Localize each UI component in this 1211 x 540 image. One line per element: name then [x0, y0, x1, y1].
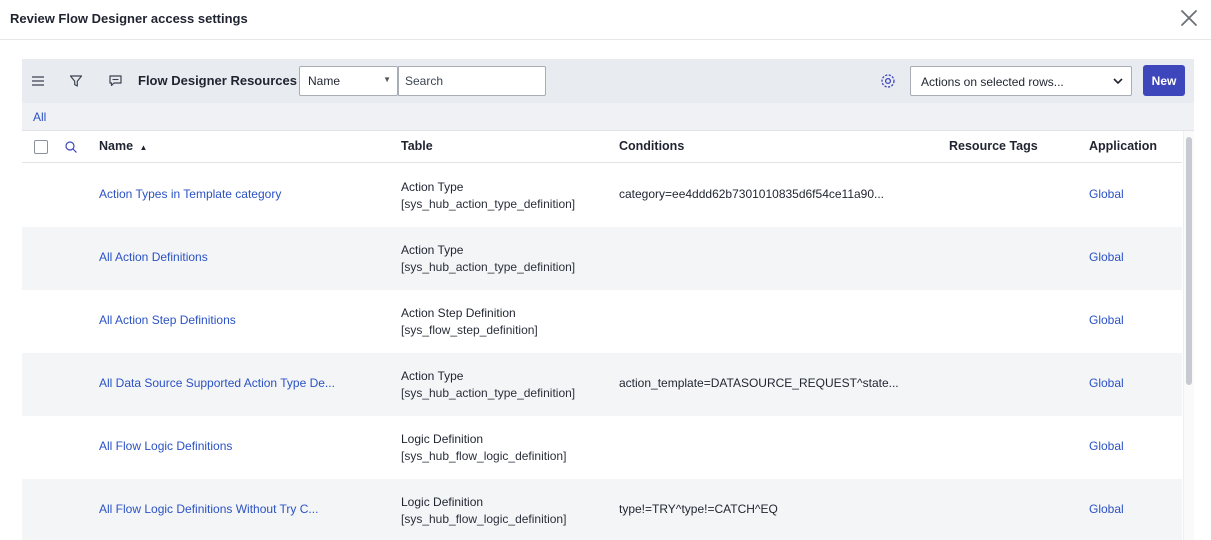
row-application-link[interactable]: Global — [1089, 313, 1124, 327]
row-table-code: [sys_flow_step_definition] — [401, 323, 538, 337]
breadcrumb: All — [22, 103, 1194, 131]
row-application-link[interactable]: Global — [1089, 439, 1124, 453]
search-field-select[interactable]: Name ▼ — [299, 66, 398, 96]
row-table-cell: Action Step Definition [sys_flow_step_de… — [401, 305, 538, 339]
column-header-conditions[interactable]: Conditions — [619, 139, 684, 153]
row-table-code: [sys_hub_flow_logic_definition] — [401, 512, 567, 526]
search-field-select-value: Name — [308, 74, 341, 88]
list-title: Flow Designer Resources — [138, 73, 297, 88]
table-row: Action Types in Template category Action… — [22, 164, 1182, 227]
row-application-link[interactable]: Global — [1089, 187, 1124, 201]
row-name-link[interactable]: All Flow Logic Definitions Without Try C… — [99, 502, 318, 516]
row-table-code: [sys_hub_action_type_definition] — [401, 260, 576, 274]
gear-icon[interactable] — [878, 71, 898, 91]
row-table-cell: Action Type [sys_hub_action_type_definit… — [401, 368, 575, 402]
row-table-name: Action Type — [401, 369, 464, 383]
row-conditions: action_template=DATASOURCE_REQUEST^state… — [619, 376, 899, 390]
row-application-link[interactable]: Global — [1089, 502, 1124, 516]
new-button[interactable]: New — [1143, 65, 1185, 96]
hamburger-icon[interactable] — [29, 72, 47, 90]
column-header-table[interactable]: Table — [401, 139, 433, 153]
column-header-name[interactable]: Name ▲ — [99, 139, 147, 153]
close-icon[interactable] — [1177, 6, 1201, 30]
table-row: All Flow Logic Definitions Logic Definit… — [22, 416, 1182, 479]
row-name-link[interactable]: All Action Step Definitions — [99, 313, 236, 327]
column-header-name-label: Name — [99, 139, 134, 153]
table-row: All Flow Logic Definitions Without Try C… — [22, 479, 1182, 540]
sort-ascending-icon: ▲ — [139, 143, 148, 152]
row-name-link[interactable]: All Flow Logic Definitions — [99, 439, 232, 453]
row-name-link[interactable]: All Data Source Supported Action Type De… — [99, 376, 335, 390]
table-row: All Action Step Definitions Action Step … — [22, 290, 1182, 353]
row-table-name: Action Type — [401, 243, 464, 257]
table-row: All Data Source Supported Action Type De… — [22, 353, 1182, 416]
column-header-application[interactable]: Application — [1089, 139, 1157, 153]
row-application-link[interactable]: Global — [1089, 250, 1124, 264]
table-body: Action Types in Template category Action… — [22, 164, 1182, 540]
row-table-cell: Logic Definition [sys_hub_flow_logic_def… — [401, 431, 566, 465]
speech-bubble-icon[interactable] — [106, 72, 124, 90]
row-name-link[interactable]: Action Types in Template category — [99, 187, 281, 201]
row-conditions: type!=TRY^type!=CATCH^EQ — [619, 502, 778, 516]
row-table-code: [sys_hub_flow_logic_definition] — [401, 449, 567, 463]
list-toolbar: Flow Designer Resources Name ▼ Actions o… — [22, 59, 1194, 103]
actions-select[interactable]: Actions on selected rows... — [910, 66, 1132, 96]
funnel-icon[interactable] — [67, 72, 85, 90]
column-search-icon[interactable] — [64, 140, 78, 154]
row-table-name: Logic Definition — [401, 495, 484, 509]
list-panel: Flow Designer Resources Name ▼ Actions o… — [22, 59, 1194, 540]
modal-header: Review Flow Designer access settings — [0, 0, 1211, 40]
row-table-cell: Action Type [sys_hub_action_type_definit… — [401, 179, 575, 213]
row-table-code: [sys_hub_action_type_definition] — [401, 197, 576, 211]
row-table-name: Action Type — [401, 180, 464, 194]
row-table-cell: Action Type [sys_hub_action_type_definit… — [401, 242, 575, 276]
actions-select-value: Actions on selected rows... — [921, 75, 1064, 89]
select-all-checkbox[interactable] — [34, 140, 48, 154]
table-header: Name ▲ Table Conditions Resource Tags Ap… — [22, 131, 1182, 163]
row-application-link[interactable]: Global — [1089, 376, 1124, 390]
row-table-cell: Logic Definition [sys_hub_flow_logic_def… — [401, 494, 566, 528]
row-table-code: [sys_hub_action_type_definition] — [401, 386, 576, 400]
vertical-scrollbar[interactable] — [1183, 131, 1194, 540]
column-header-resource-tags[interactable]: Resource Tags — [949, 139, 1038, 153]
caret-down-icon: ▼ — [383, 75, 391, 84]
row-table-name: Action Step Definition — [401, 306, 516, 320]
row-name-link[interactable]: All Action Definitions — [99, 250, 208, 264]
chevron-down-icon — [1113, 78, 1123, 85]
table-row: All Action Definitions Action Type [sys_… — [22, 227, 1182, 290]
breadcrumb-all-link[interactable]: All — [33, 110, 46, 124]
search-input[interactable] — [398, 66, 546, 96]
row-conditions: category=ee4ddd62b7301010835d6f54ce11a90… — [619, 187, 885, 201]
row-table-name: Logic Definition — [401, 432, 484, 446]
modal-title: Review Flow Designer access settings — [10, 11, 248, 26]
scrollbar-thumb[interactable] — [1186, 137, 1192, 385]
